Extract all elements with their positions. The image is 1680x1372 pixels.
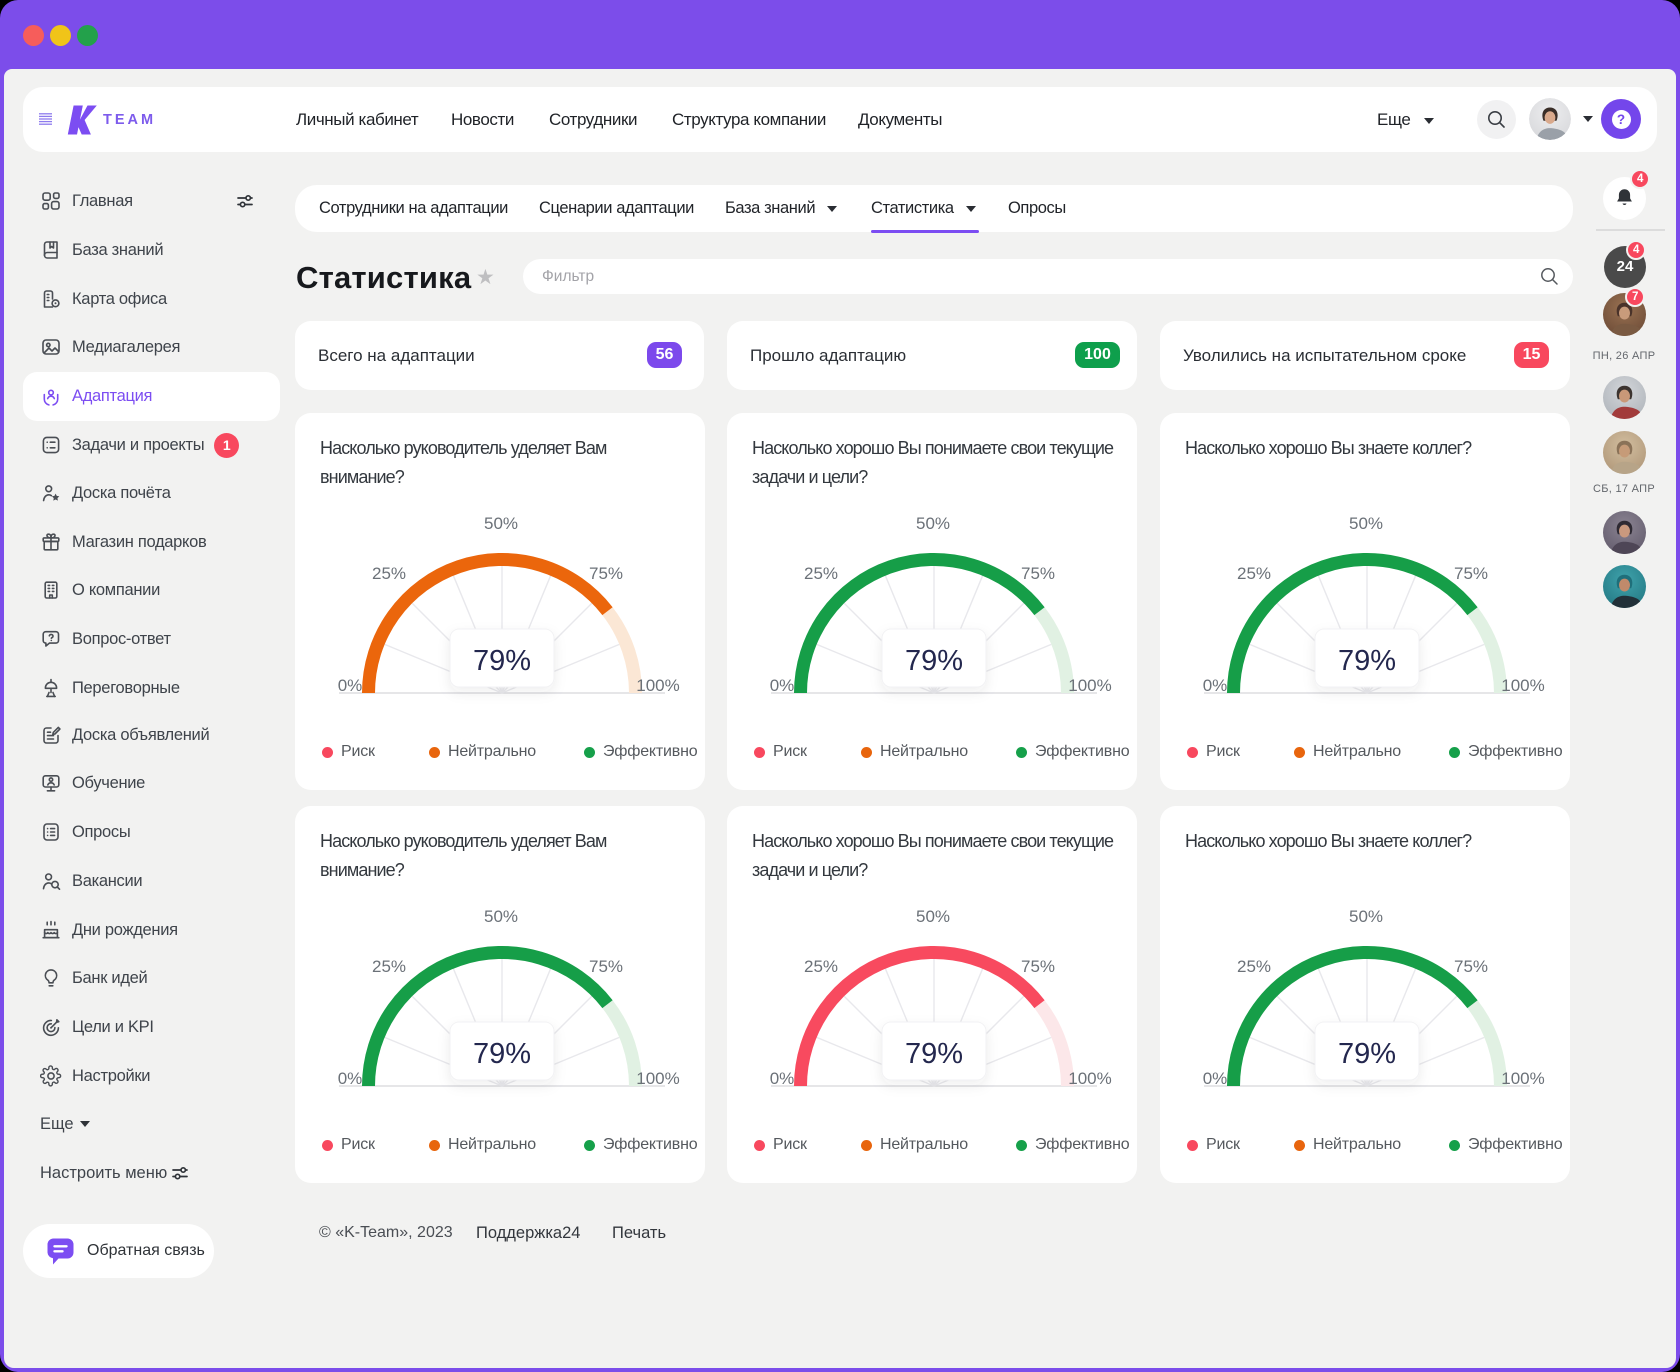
svg-text:25%: 25%	[372, 564, 406, 583]
svg-text:75%: 75%	[1021, 564, 1055, 583]
svg-text:50%: 50%	[916, 514, 950, 533]
svg-text:25%: 25%	[804, 957, 838, 976]
svg-text:50%: 50%	[484, 514, 518, 533]
svg-text:0%: 0%	[1203, 676, 1228, 695]
svg-text:50%: 50%	[484, 907, 518, 926]
svg-text:0%: 0%	[770, 1069, 795, 1088]
svg-text:0%: 0%	[338, 1069, 363, 1088]
svg-text:100%: 100%	[636, 676, 679, 695]
svg-text:75%: 75%	[1454, 564, 1488, 583]
svg-text:79%: 79%	[473, 645, 531, 677]
svg-text:0%: 0%	[338, 676, 363, 695]
svg-text:79%: 79%	[473, 1038, 531, 1070]
svg-text:79%: 79%	[1338, 645, 1396, 677]
svg-text:79%: 79%	[905, 1038, 963, 1070]
svg-text:75%: 75%	[589, 564, 623, 583]
svg-text:25%: 25%	[372, 957, 406, 976]
svg-text:79%: 79%	[905, 645, 963, 677]
svg-text:25%: 25%	[804, 564, 838, 583]
svg-text:50%: 50%	[916, 907, 950, 926]
svg-text:79%: 79%	[1338, 1038, 1396, 1070]
svg-text:100%: 100%	[1068, 1069, 1111, 1088]
svg-text:50%: 50%	[1349, 907, 1383, 926]
svg-text:100%: 100%	[636, 1069, 679, 1088]
svg-text:100%: 100%	[1501, 1069, 1544, 1088]
svg-text:75%: 75%	[1021, 957, 1055, 976]
svg-text:75%: 75%	[589, 957, 623, 976]
svg-text:50%: 50%	[1349, 514, 1383, 533]
svg-text:0%: 0%	[770, 676, 795, 695]
svg-text:25%: 25%	[1237, 957, 1271, 976]
svg-text:0%: 0%	[1203, 1069, 1228, 1088]
svg-text:25%: 25%	[1237, 564, 1271, 583]
svg-text:75%: 75%	[1454, 957, 1488, 976]
svg-text:100%: 100%	[1068, 676, 1111, 695]
svg-text:100%: 100%	[1501, 676, 1544, 695]
